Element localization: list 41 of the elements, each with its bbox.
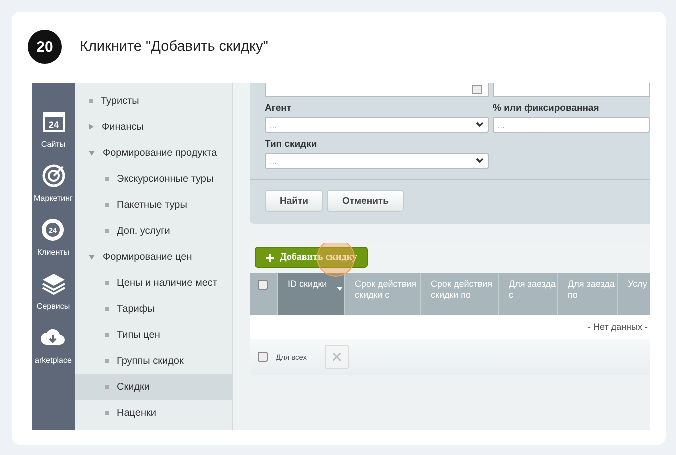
- tree-item[interactable]: Цены и наличие мест: [75, 270, 232, 296]
- sort-arrow-icon: [337, 287, 344, 291]
- chevron-icon: [476, 158, 484, 164]
- tree-item[interactable]: Туристы: [75, 88, 232, 114]
- tree-item[interactable]: Скидки: [75, 374, 232, 400]
- layers-icon[interactable]: [40, 271, 66, 297]
- step-number: 20: [28, 30, 62, 64]
- tree-item[interactable]: Тарифы: [75, 296, 232, 322]
- tree-item[interactable]: Формирование продукта: [75, 140, 232, 166]
- field-label: Тип скидки: [265, 139, 318, 151]
- field-label: % или фиксированная: [493, 103, 600, 115]
- filter-button[interactable]: Найти: [265, 190, 324, 212]
- tree-item[interactable]: Финансы: [75, 114, 232, 140]
- chevron-icon: [476, 122, 484, 128]
- calendar-icon[interactable]: [472, 85, 482, 94]
- step-title: Кликните "Добавить скидку": [80, 39, 268, 55]
- filter-button[interactable]: Отменить: [327, 190, 404, 212]
- calendar-icon[interactable]: 24: [40, 109, 66, 135]
- tree-item[interactable]: Группы скидок: [75, 348, 232, 374]
- rail-label[interactable]: Сайты: [41, 140, 66, 149]
- tree-item[interactable]: Экскурсионные туры: [75, 166, 232, 192]
- tree-item[interactable]: Пакетные туры: [75, 192, 232, 218]
- tree-item[interactable]: Доп. услуги: [75, 218, 232, 244]
- rail-label[interactable]: Клиенты: [37, 248, 70, 257]
- checkbox[interactable]: [258, 352, 268, 362]
- tree-item[interactable]: Наценки: [75, 400, 232, 426]
- column-header[interactable]: ID скидки: [277, 273, 344, 315]
- add-button[interactable]: Добавить скидку: [255, 247, 368, 268]
- rail-label[interactable]: Сервисы: [36, 302, 70, 311]
- empty-message: - Нет данных -: [588, 322, 648, 332]
- tree-item[interactable]: Формирование цен: [75, 244, 232, 270]
- field-label: Агент: [265, 103, 292, 115]
- checkbox[interactable]: [258, 280, 268, 290]
- close-icon: [333, 353, 342, 361]
- plus-icon: [266, 254, 274, 262]
- tree-item[interactable]: Типы цен: [75, 322, 232, 348]
- target-icon[interactable]: [40, 163, 66, 189]
- date-field[interactable]: [265, 83, 489, 97]
- rail-label[interactable]: arketplace: [35, 356, 72, 365]
- input-field[interactable]: [493, 83, 650, 97]
- rail-label[interactable]: Маркетинг: [34, 194, 73, 203]
